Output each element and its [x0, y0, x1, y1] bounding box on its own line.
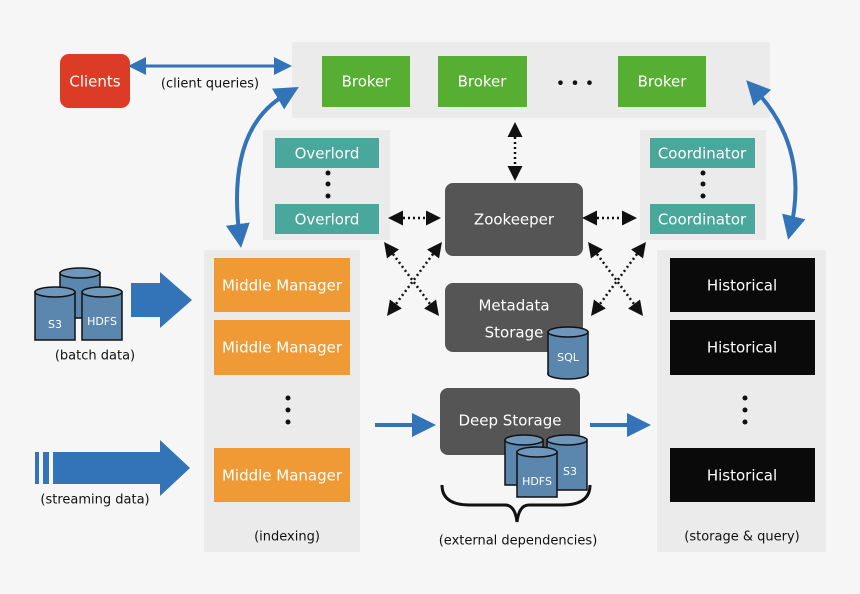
clients-label: Clients	[69, 73, 120, 91]
middle-manager-node: Middle Manager	[214, 258, 350, 312]
external-dependencies-caption: (external dependencies)	[439, 534, 598, 549]
zookeeper-node: Zookeeper	[445, 183, 583, 256]
coordinator-node: Coordinator	[650, 204, 755, 234]
historical-node: Historical	[670, 320, 815, 375]
batch-arrow	[131, 272, 192, 328]
middle-manager-label: Middle Manager	[222, 277, 343, 295]
broker-node: Broker	[438, 56, 527, 107]
coordinator-label: Coordinator	[658, 145, 747, 163]
client-queries-label: (client queries)	[161, 77, 259, 92]
overlord-node: Overlord	[275, 204, 379, 234]
overlord-label: Overlord	[295, 145, 360, 163]
streaming-data-caption: (streaming data)	[40, 493, 149, 508]
sql-label: SQL	[557, 351, 580, 364]
s3-label: S3	[563, 465, 577, 478]
zookeeper-label: Zookeeper	[474, 211, 555, 229]
broker-label: Broker	[638, 73, 688, 91]
middle-manager-node: Middle Manager	[214, 320, 350, 375]
historical-node: Historical	[670, 448, 815, 502]
metadata-label-line2: Storage	[485, 324, 544, 342]
historical-label: Historical	[707, 467, 777, 485]
coordinator-node: Coordinator	[650, 138, 755, 168]
overlord-label: Overlord	[295, 211, 360, 229]
broker-label: Broker	[458, 73, 508, 91]
historical-label: Historical	[707, 339, 777, 357]
deep-storage-label: Deep Storage	[459, 412, 562, 430]
overlord-ellipsis	[325, 170, 331, 199]
overlord-node: Overlord	[275, 138, 379, 168]
middle-manager-label: Middle Manager	[222, 339, 343, 357]
middle-manager-label: Middle Manager	[222, 467, 343, 485]
diagram-canvas: Clients (client queries) Broker Broker •…	[34, 42, 826, 552]
broker-node: Broker	[322, 56, 410, 107]
druid-architecture-diagram: Clients (client queries) Broker Broker •…	[0, 0, 860, 594]
sql-database-icon: SQL	[547, 326, 589, 380]
historical-node: Historical	[670, 258, 815, 312]
broker-ellipsis: • • •	[556, 74, 594, 93]
hdfs-label: HDFS	[87, 315, 117, 328]
broker-node: Broker	[618, 56, 706, 107]
clients-node: Clients	[60, 54, 130, 108]
batch-data-caption: (batch data)	[55, 349, 135, 364]
hdfs-label: HDFS	[522, 475, 552, 488]
coordinator-ellipsis	[700, 170, 706, 199]
storage-query-caption: (storage & query)	[684, 530, 799, 545]
indexing-caption: (indexing)	[254, 530, 320, 545]
coordinator-label: Coordinator	[658, 211, 747, 229]
broker-label: Broker	[342, 73, 392, 91]
middle-manager-node: Middle Manager	[214, 448, 350, 502]
metadata-label-line1: Metadata	[478, 297, 549, 315]
s3-label: S3	[48, 318, 62, 331]
historical-label: Historical	[707, 277, 777, 295]
streaming-arrow	[35, 440, 190, 496]
batch-data-cylinders-icon: S3 HDFS	[34, 267, 123, 341]
